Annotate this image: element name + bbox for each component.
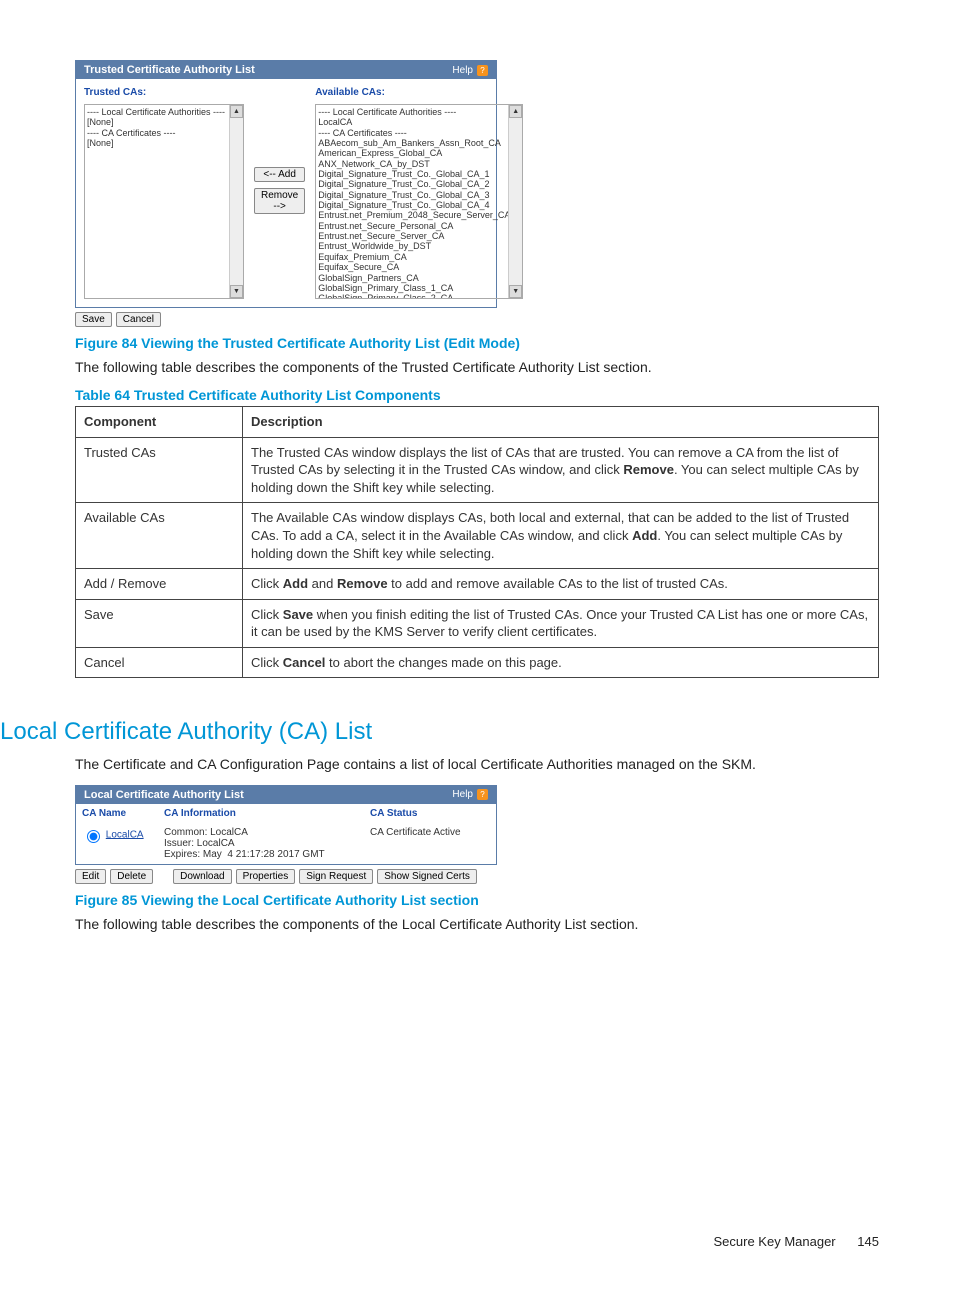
cancel-button[interactable]: Cancel [116,312,161,327]
page-number: 145 [857,1234,879,1249]
figure-84-caption: Figure 84 Viewing the Trusted Certificat… [75,335,879,351]
component-cell: Trusted CAs [76,437,243,503]
scroll-up-icon[interactable]: ▲ [509,105,522,118]
remove-button[interactable]: Remove --> [254,188,305,214]
help-icon: ? [477,789,488,800]
outro-text: The following table describes the compon… [75,914,879,934]
figure-85-caption: Figure 85 Viewing the Local Certificate … [75,892,879,908]
add-button[interactable]: <-- Add [254,167,305,182]
scrollbar[interactable]: ▲ ▼ [508,105,522,298]
save-button[interactable]: Save [75,312,112,327]
table-row: Available CAsThe Available CAs window di… [76,503,879,569]
section-heading: Local Certificate Authority (CA) List [0,718,879,746]
intro-text: The following table describes the compon… [75,357,879,377]
help-link[interactable]: Help ? [452,65,488,76]
table-64-caption: Table 64 Trusted Certificate Authority L… [75,387,879,403]
delete-button[interactable]: Delete [110,869,153,884]
edit-button[interactable]: Edit [75,869,106,884]
ca-info-cell: Common: LocalCA Issuer: LocalCA Expires:… [158,823,364,864]
scrollbar[interactable]: ▲ ▼ [229,105,243,298]
description-cell: The Available CAs window displays CAs, b… [243,503,879,569]
panel-title: Trusted Certificate Authority List [84,64,255,76]
th-ca-status: CA Status [364,804,496,823]
scroll-down-icon[interactable]: ▼ [509,285,522,298]
ca-name-link[interactable]: LocalCA [106,829,144,840]
local-ca-table: CA Name CA Information CA Status LocalCA… [76,804,496,864]
th-component: Component [76,407,243,438]
available-cas-label: Available CAs: [315,87,523,98]
component-cell: Add / Remove [76,569,243,600]
scroll-up-icon[interactable]: ▲ [230,105,243,118]
show-signed-certs-button[interactable]: Show Signed Certs [377,869,477,884]
page-footer: Secure Key Manager 145 [75,1234,879,1249]
component-cell: Cancel [76,647,243,678]
table-row: SaveClick Save when you finish editing t… [76,599,879,647]
panel-header: Trusted Certificate Authority List Help … [76,61,496,79]
panel-footer-buttons: Save Cancel [75,312,879,327]
th-ca-info: CA Information [158,804,364,823]
description-cell: Click Cancel to abort the changes made o… [243,647,879,678]
ca-status-cell: CA Certificate Active [364,823,496,864]
footer-title: Secure Key Manager [714,1234,836,1249]
section-text: The Certificate and CA Configuration Pag… [75,754,879,774]
help-icon: ? [477,65,488,76]
row-radio[interactable] [87,830,100,843]
local-ca-buttons: Edit Delete Download Properties Sign Req… [75,869,879,884]
components-table: Component Description Trusted CAsThe Tru… [75,406,879,678]
trusted-ca-panel: Trusted Certificate Authority List Help … [75,60,497,308]
table-row: Trusted CAsThe Trusted CAs window displa… [76,437,879,503]
properties-button[interactable]: Properties [236,869,296,884]
description-cell: The Trusted CAs window displays the list… [243,437,879,503]
sign-request-button[interactable]: Sign Request [299,869,373,884]
panel-header: Local Certificate Authority List Help ? [76,786,496,804]
panel-title: Local Certificate Authority List [84,789,244,801]
available-cas-listbox[interactable]: ---- Local Certificate Authorities ---- … [315,104,523,299]
trusted-cas-label: Trusted CAs: [84,87,244,98]
local-ca-panel: Local Certificate Authority List Help ? … [75,785,497,865]
help-link[interactable]: Help ? [452,789,488,800]
th-description: Description [243,407,879,438]
component-cell: Available CAs [76,503,243,569]
table-row: LocalCA Common: LocalCA Issuer: LocalCA … [76,823,496,864]
component-cell: Save [76,599,243,647]
table-row: CancelClick Cancel to abort the changes … [76,647,879,678]
trusted-cas-listbox[interactable]: ---- Local Certificate Authorities ---- … [84,104,244,299]
panel-body: Trusted CAs: ---- Local Certificate Auth… [76,79,496,307]
download-button[interactable]: Download [173,869,231,884]
description-cell: Click Save when you finish editing the l… [243,599,879,647]
table-row: Add / RemoveClick Add and Remove to add … [76,569,879,600]
th-ca-name: CA Name [76,804,158,823]
description-cell: Click Add and Remove to add and remove a… [243,569,879,600]
scroll-down-icon[interactable]: ▼ [230,285,243,298]
